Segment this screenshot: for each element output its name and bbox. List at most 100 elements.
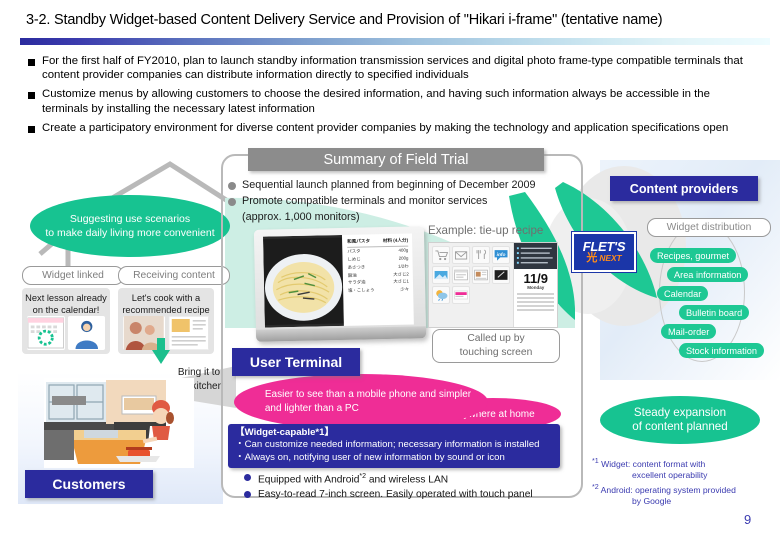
ingredient-name: あさつき [347,264,366,270]
ingredient-amount: 1/2わ [398,263,409,269]
customers-label-text: Customers [52,476,126,492]
suggest-line-1: Suggesting use scenarios [69,213,191,225]
tablet-screen: 和風パスタ 材料 (4人分) パスタ 400g しめじ 200g あさつき 1/… [262,233,414,328]
flets-next-text: NEXT [599,253,622,263]
widget-home-screenshot: info 11/9 Monday [428,242,558,328]
bullet-list: For the first half of FY2010, plan to la… [28,54,752,140]
cutlery-icon [472,246,491,264]
browser-window-icon [452,266,471,284]
provider-chip-area-information: Area information [667,267,749,282]
hikari-kanji-icon: 光 [586,252,598,264]
summary-points-list: Sequential launch planned from beginning… [228,178,558,226]
ingredient-amount: 少々 [400,286,410,293]
calendar-thumb-icon [27,316,65,350]
slide-root: 3-2. Standby Widget-based Content Delive… [0,0,780,540]
footnote-2-line-2: by Google [632,495,672,506]
spec-item: Equipped with Android*2 and wireless LAN [244,470,564,487]
provider-chip-stock-information: Stock information [679,343,764,358]
square-bullet-icon [28,125,35,133]
kitchen-illustration [44,378,194,468]
svg-text:info: info [497,252,506,258]
bullet-item: For the first half of FY2010, plan to la… [28,54,752,82]
spec-text: Easy-to-read 7-inch screen. Easily opera… [258,488,533,500]
round-bullet-icon [228,182,236,190]
terminal-spec-list: Equipped with Android*2 and wireless LAN… [244,470,564,502]
ingredient-row: あさつき 1/2わ [348,263,409,270]
card-line-1: Let's cook with a [131,293,201,303]
ingredient-row: パスタ 400g [347,248,408,255]
widget-list-lines [514,293,557,313]
list-line [517,296,554,299]
card-cook-recipe: Let's cook with a recommended recipe [118,288,214,354]
round-bullet-icon [228,198,236,206]
ingredient-name: パスタ [347,248,361,255]
shopping-cart-icon [432,246,451,264]
easier-to-see-ellipse: Easier to see than a mobile phone and si… [234,374,488,430]
user-terminal-label-box: User Terminal [232,348,360,376]
green-down-arrow-icon [152,350,170,364]
called-up-line-1: Called up by [467,333,525,344]
easier-line-1: Easier to see than a mobile phone and si… [264,389,472,400]
weather-icon [432,286,451,304]
pink-banner-icon [452,286,471,304]
summary-of-field-trial-header: Summary of Field Trial [248,148,544,171]
person-thumb-icon [67,316,105,350]
round-bullet-icon [244,491,251,499]
bullet-item: Create a participatory environment for d… [28,121,752,135]
steady-line-1: Steady expansion [633,405,727,419]
ingredient-amount: 200g [398,255,409,261]
spec-item: Easy-to-read 7-inch screen. Easily opera… [244,488,564,502]
page-number: 9 [744,512,752,527]
pasta-photo [262,234,344,328]
recipe-title: 和風パスタ [347,238,371,244]
content-providers-label-box: Content providers [610,176,758,201]
card-line-2: recommended recipe [122,304,210,315]
card-line-1: Next lesson already [25,293,107,303]
ingredient-name: サラダ油 [347,279,366,286]
ingredient-amount: 大さじ1 [393,279,410,285]
ingredient-row: サラダ油 大さじ1 [348,279,409,286]
ingredient-row: 醤油 大さじ2 [348,271,409,278]
list-line [517,308,554,311]
summary-header-text: Summary of Field Trial [323,151,469,168]
footnote-1-line-1: *1 Widget: content format with [592,457,706,469]
summary-subnote: (approx. 1,000 monitors) [242,211,360,223]
list-line [517,304,554,307]
photo-album-icon [432,266,451,284]
page-title: 3-2. Standby Widget-based Content Delive… [26,12,663,28]
provider-chip-mail-order: Mail-order [661,324,717,339]
ingredient-name: しめじ [347,256,361,262]
chip-called-up-by-touching-screen: Called up by touching screen [432,329,560,363]
ingredient-name: 醤油 [347,272,357,278]
round-bullet-icon [244,473,251,481]
recipe-title-row: 和風パスタ 材料 (4人分) [347,237,409,248]
widget-capable-item: ・Can customize needed information; neces… [235,439,540,450]
steady-line-2: of content planned [632,420,728,433]
summary-point: Promote compatible terminals and monitor… [228,194,558,208]
list-line [517,300,554,303]
summary-point-text: Sequential launch planned from beginning… [242,179,536,191]
easier-line-2: and lighter than a PC [264,403,359,414]
suggest-use-scenarios-ellipse: Suggesting use scenarios to make daily l… [30,195,230,257]
news-thumb-icon [472,266,491,284]
spec-text: Equipped with Android*2 and wireless LAN [258,473,449,486]
chip-widget-linked: Widget linked [22,266,124,285]
widget-capable-item: ・Always on, notifying user of new inform… [235,451,505,463]
easier-to-see-text: Easier to see than a mobile phone and si… [251,388,471,416]
provider-chip-recipes: Recipes, gourmet [650,248,737,263]
summary-point: Sequential launch planned from beginning… [228,178,558,192]
square-bullet-icon [28,92,35,100]
card-thumbnails [123,316,209,350]
ingredient-row: 塩・こしょう 少々 [348,287,409,294]
example-tieup-label: Example: tie-up recipe [428,224,544,237]
square-bullet-icon [28,59,35,66]
flets-hikari-next-logo: FLET'S 光 NEXT [572,232,636,272]
title-divider-bar [20,38,770,45]
list-line [517,293,554,295]
bullet-text: For the first half of FY2010, plan to la… [42,55,743,82]
widget-icon-grid: info [429,243,513,327]
dark-tile-icon [492,266,511,284]
flets-sub-line: 光 NEXT [586,253,621,264]
provider-chip-bulletin-board: Bulletin board [679,305,750,320]
tablet-device-mockup: 和風パスタ 材料 (4人分) パスタ 400g しめじ 200g あさつき 1/… [253,226,427,342]
